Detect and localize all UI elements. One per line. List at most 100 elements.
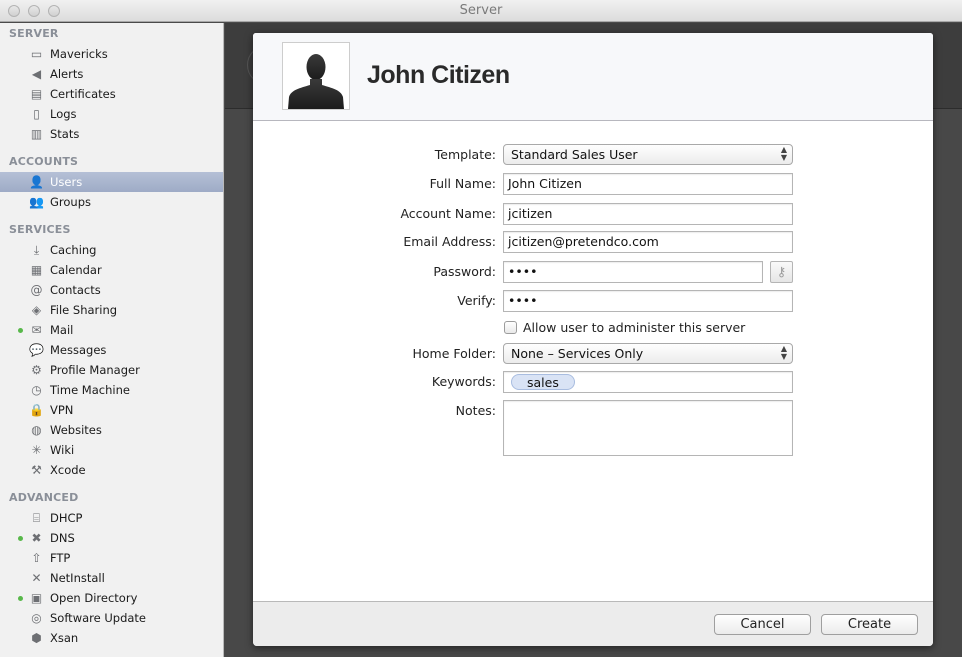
admin-checkbox[interactable] <box>504 321 517 334</box>
notes-label: Notes: <box>455 403 496 418</box>
sidebar-item-websites[interactable]: ◍ Websites <box>0 420 223 440</box>
home-folder-label: Home Folder: <box>412 346 496 361</box>
contacts-icon: @ <box>30 283 43 297</box>
globe-icon: ◍ <box>31 423 42 437</box>
mail-icon: ✉ <box>31 323 42 337</box>
sidebar-item-vpn[interactable]: 🔒 VPN <box>0 400 223 420</box>
service-running-indicator <box>18 536 23 541</box>
sidebar-item-label: Contacts <box>50 283 101 297</box>
email-row: Email Address: jcitizen@pretendco.com <box>253 231 933 253</box>
file-sharing-icon: ◈ <box>31 303 42 317</box>
template-popup[interactable]: Standard Sales User ▲ ▼ <box>503 144 793 165</box>
sidebar-item-software-update[interactable]: ◎ Software Update <box>0 608 223 628</box>
home-folder-row: Home Folder: None – Services Only ▲ ▼ <box>253 343 933 365</box>
account-name-field[interactable]: jcitizen <box>503 203 793 225</box>
sidebar-item-label: Mavericks <box>50 47 108 61</box>
user-full-name-title: John Citizen <box>367 61 510 89</box>
keywords-row: Keywords: sales <box>253 371 933 393</box>
password-field[interactable]: •••• <box>503 261 763 283</box>
new-user-sheet: John Citizen Template: Standard Sales Us… <box>253 33 933 646</box>
sidebar-section-accounts: ACCOUNTS <box>9 155 79 168</box>
sidebar-item-messages[interactable]: 💬 Messages <box>0 340 223 360</box>
sidebar-item-xcode[interactable]: ⚒ Xcode <box>0 460 223 480</box>
sidebar-item-dns[interactable]: ✖ DNS <box>0 528 223 548</box>
sidebar-item-label: Mail <box>50 323 74 337</box>
window-title: Server <box>459 3 503 18</box>
sidebar-item-alerts[interactable]: ◀ Alerts <box>0 64 223 84</box>
service-running-indicator <box>18 596 23 601</box>
megaphone-icon: ◀ <box>31 67 42 81</box>
window-titlebar: Server <box>0 0 962 22</box>
sidebar-item-dhcp[interactable]: ⌸ DHCP <box>0 508 223 528</box>
create-button[interactable]: Create <box>821 614 918 635</box>
sidebar-item-caching[interactable]: ⤓ Caching <box>0 240 223 260</box>
user-avatar[interactable] <box>282 42 350 110</box>
home-folder-value: None – Services Only <box>511 346 644 361</box>
sidebar-item-label: NetInstall <box>50 571 105 585</box>
lock-icon: 🔒 <box>29 403 44 417</box>
sidebar-item-file-sharing[interactable]: ◈ File Sharing <box>0 300 223 320</box>
full-name-field[interactable]: John Citizen <box>503 173 793 195</box>
sidebar-item-label: Certificates <box>50 87 116 101</box>
sidebar-item-label: Wiki <box>50 443 75 457</box>
template-row: Template: Standard Sales User ▲ ▼ <box>253 144 933 166</box>
sidebar-item-label: Websites <box>50 423 102 437</box>
sidebar-section-server: SERVER <box>9 27 59 40</box>
admin-checkbox-label[interactable]: Allow user to administer this server <box>523 320 745 335</box>
sidebar-item-contacts[interactable]: @ Contacts <box>0 280 223 300</box>
sidebar-item-wiki[interactable]: ✳ Wiki <box>0 440 223 460</box>
xsan-icon: ⬢ <box>31 631 42 645</box>
wiki-icon: ✳ <box>31 443 42 457</box>
popup-arrows-icon: ▲ ▼ <box>780 145 787 162</box>
full-name-label: Full Name: <box>429 176 496 191</box>
sidebar-item-label: DNS <box>50 531 75 545</box>
dhcp-icon: ⌸ <box>32 511 41 525</box>
hammer-icon: ⚒ <box>31 463 42 477</box>
sidebar: SERVER ▭ Mavericks ◀ Alerts ▤ Certificates ▯ Log… <box>0 23 224 657</box>
password-assistant-button[interactable]: ⚷ <box>770 261 793 283</box>
sidebar-item-label: Groups <box>50 195 92 209</box>
sidebar-item-mavericks[interactable]: ▭ Mavericks <box>0 44 223 64</box>
profile-manager-icon: ⚙ <box>31 363 42 377</box>
sidebar-item-netinstall[interactable]: ✕ NetInstall <box>0 568 223 588</box>
email-field[interactable]: jcitizen@pretendco.com <box>503 231 793 253</box>
sidebar-item-label: Software Update <box>50 611 146 625</box>
account-name-label: Account Name: <box>400 206 496 221</box>
close-window-button[interactable] <box>8 5 20 17</box>
home-folder-popup[interactable]: None – Services Only ▲ ▼ <box>503 343 793 364</box>
keyword-token[interactable]: sales <box>511 374 575 390</box>
minimize-window-button[interactable] <box>28 5 40 17</box>
keywords-field[interactable]: sales <box>503 371 793 393</box>
sidebar-item-time-machine[interactable]: ◷ Time Machine <box>0 380 223 400</box>
open-directory-icon: ▣ <box>30 591 43 605</box>
popup-arrows-icon: ▲ ▼ <box>780 344 787 361</box>
zoom-window-button[interactable] <box>48 5 60 17</box>
cancel-button[interactable]: Cancel <box>714 614 811 635</box>
key-icon: ⚷ <box>776 264 787 280</box>
sidebar-item-profile-manager[interactable]: ⚙ Profile Manager <box>0 360 223 380</box>
sidebar-item-users[interactable]: 👤 Users <box>0 172 223 192</box>
password-label: Password: <box>433 264 496 279</box>
sidebar-item-label: Xsan <box>50 631 79 645</box>
sidebar-item-logs[interactable]: ▯ Logs <box>0 104 223 124</box>
dns-icon: ✖ <box>31 531 42 545</box>
certificate-icon: ▤ <box>30 87 43 101</box>
verify-field[interactable]: •••• <box>503 290 793 312</box>
notes-field[interactable] <box>503 400 793 456</box>
sidebar-item-groups[interactable]: 👥 Groups <box>0 192 223 212</box>
group-icon: 👥 <box>29 195 44 209</box>
sidebar-item-label: DHCP <box>50 511 83 525</box>
sidebar-item-mail[interactable]: ✉ Mail <box>0 320 223 340</box>
sidebar-item-open-directory[interactable]: ▣ Open Directory <box>0 588 223 608</box>
sidebar-item-ftp[interactable]: ⇧ FTP <box>0 548 223 568</box>
account-name-row: Account Name: jcitizen <box>253 203 933 225</box>
sidebar-item-label: Time Machine <box>50 383 130 397</box>
sidebar-item-calendar[interactable]: ▦ Calendar <box>0 260 223 280</box>
sidebar-item-xsan[interactable]: ⬢ Xsan <box>0 628 223 648</box>
sidebar-item-stats[interactable]: ▥ Stats <box>0 124 223 144</box>
verify-label: Verify: <box>457 293 496 308</box>
sidebar-item-label: File Sharing <box>50 303 118 317</box>
sidebar-item-label: FTP <box>50 551 71 565</box>
sidebar-item-certificates[interactable]: ▤ Certificates <box>0 84 223 104</box>
notes-row: Notes: <box>253 400 933 456</box>
